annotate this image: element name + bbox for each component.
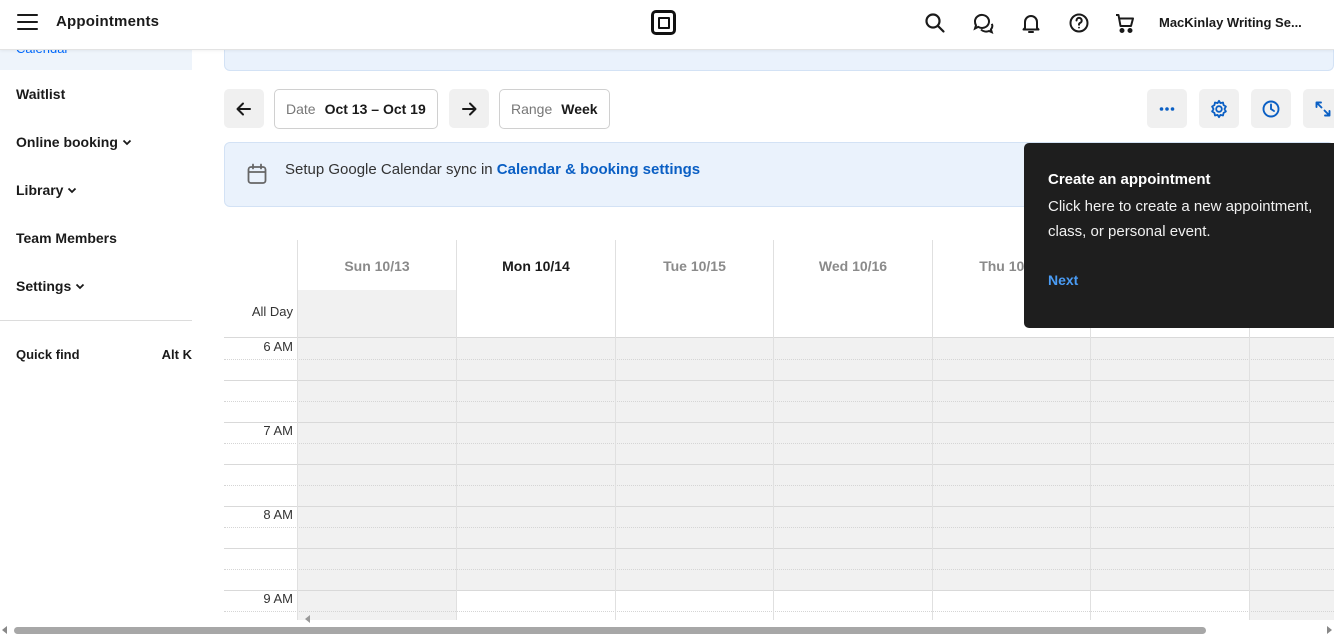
calendar-icon [245, 162, 269, 186]
grid-line [224, 380, 1334, 381]
sidebar-item-label: Library [16, 182, 64, 198]
sidebar-item-settings[interactable]: Settings [16, 278, 85, 294]
top-bar: Appointments MacKinlay Writing Se... [0, 0, 1334, 50]
scroll-left-arrow[interactable] [2, 626, 7, 634]
grid-line [224, 527, 1334, 528]
calendar-settings-button[interactable] [1199, 89, 1239, 128]
unavailable-sunday [298, 590, 456, 620]
date-range-picker[interactable]: Date Oct 13 – Oct 19 [274, 89, 438, 129]
grid-line [224, 548, 1334, 549]
sidebar: Calendar Waitlist Online booking Library… [0, 41, 192, 635]
expand-button[interactable] [1303, 89, 1334, 128]
menu-icon[interactable] [17, 14, 39, 32]
sidebar-item-waitlist[interactable]: Waitlist [16, 86, 65, 102]
create-appointment-tooltip: Create an appointment Click here to crea… [1024, 143, 1334, 328]
column-divider [932, 240, 933, 620]
sidebar-item-team-members[interactable]: Team Members [16, 230, 117, 246]
column-divider [456, 240, 457, 620]
calendar-booking-settings-link[interactable]: Calendar & booking settings [497, 161, 700, 178]
range-label: Range [511, 101, 553, 117]
grid-line [224, 337, 1334, 338]
gear-icon [1211, 99, 1227, 118]
grid-line [224, 485, 1334, 486]
arrow-left-icon [236, 102, 251, 115]
grid-line [224, 569, 1334, 570]
scrollbar-thumb[interactable] [14, 627, 1206, 634]
clock-icon [1262, 100, 1280, 117]
history-button[interactable] [1251, 89, 1291, 128]
grid-line [224, 443, 1334, 444]
bell-icon[interactable] [1019, 11, 1043, 35]
quick-find-label: Quick find [16, 347, 80, 362]
expand-icon [1315, 101, 1331, 116]
column-divider [297, 240, 298, 620]
grid-line [224, 611, 1334, 612]
grid-line [224, 401, 1334, 402]
all-day-cell-sunday[interactable] [298, 290, 456, 338]
account-menu[interactable]: MacKinlay Writing Se... [1159, 15, 1302, 30]
help-icon[interactable] [1067, 11, 1091, 35]
more-icon [1159, 106, 1175, 111]
grid-line [224, 359, 1334, 360]
more-options-button[interactable] [1147, 89, 1187, 128]
day-header-tue[interactable]: Tue 10/15 [616, 240, 773, 290]
day-header-wed[interactable]: Wed 10/16 [774, 240, 932, 290]
column-divider [615, 240, 616, 620]
hour-label: 7 AM [263, 423, 293, 438]
search-icon[interactable] [923, 11, 947, 35]
tooltip-body: Click here to create a new appointment, … [1048, 198, 1313, 240]
day-header-sun[interactable]: Sun 10/13 [298, 240, 456, 290]
unavailable-saturday [1250, 590, 1334, 620]
app-title: Appointments [56, 13, 160, 30]
sidebar-item-library[interactable]: Library [16, 182, 77, 198]
arrow-right-icon [462, 102, 477, 115]
tooltip-title: Create an appointment [1048, 171, 1211, 188]
quick-find-button[interactable]: Quick find Alt K [16, 347, 192, 362]
chevron-down-icon [68, 187, 77, 194]
sidebar-divider [0, 320, 192, 321]
info-banner [224, 50, 1334, 71]
hour-label: 8 AM [263, 507, 293, 522]
next-week-button[interactable] [449, 89, 489, 128]
grid-line [224, 590, 1334, 591]
all-day-label: All Day [251, 304, 293, 319]
chevron-down-icon [76, 283, 85, 290]
column-divider [773, 240, 774, 620]
sidebar-item-label: Team Members [16, 230, 117, 246]
sidebar-item-online-booking[interactable]: Online booking [16, 134, 132, 150]
sync-banner-message: Setup Google Calendar sync in [285, 161, 497, 178]
grid-line [224, 506, 1334, 507]
date-label: Date [286, 101, 316, 117]
square-logo-icon[interactable] [651, 10, 676, 35]
hour-label: 6 AM [263, 339, 293, 354]
sync-banner-text: Setup Google Calendar sync in Calendar &… [285, 161, 700, 178]
quick-find-shortcut: Alt K [161, 347, 192, 362]
scroll-right-arrow[interactable] [1327, 626, 1332, 634]
tooltip-next-button[interactable]: Next [1048, 272, 1078, 288]
messages-icon[interactable] [971, 11, 995, 35]
sidebar-item-label: Online booking [16, 134, 118, 150]
cart-icon[interactable] [1113, 11, 1137, 35]
calendar-scroll-left-arrow[interactable] [305, 615, 310, 623]
grid-line [224, 464, 1334, 465]
sidebar-item-label: Settings [16, 278, 72, 294]
hour-label: 9 AM [263, 591, 293, 606]
sidebar-item-label: Waitlist [16, 86, 66, 102]
day-header-mon[interactable]: Mon 10/14 [457, 240, 615, 290]
chevron-down-icon [122, 139, 132, 146]
range-value: Week [561, 101, 598, 117]
sidebar-item-calendar[interactable]: Calendar [0, 41, 192, 70]
date-value: Oct 13 – Oct 19 [324, 101, 426, 117]
grid-line [224, 422, 1334, 423]
previous-week-button[interactable] [224, 89, 264, 128]
range-select[interactable]: Range Week [499, 89, 610, 129]
